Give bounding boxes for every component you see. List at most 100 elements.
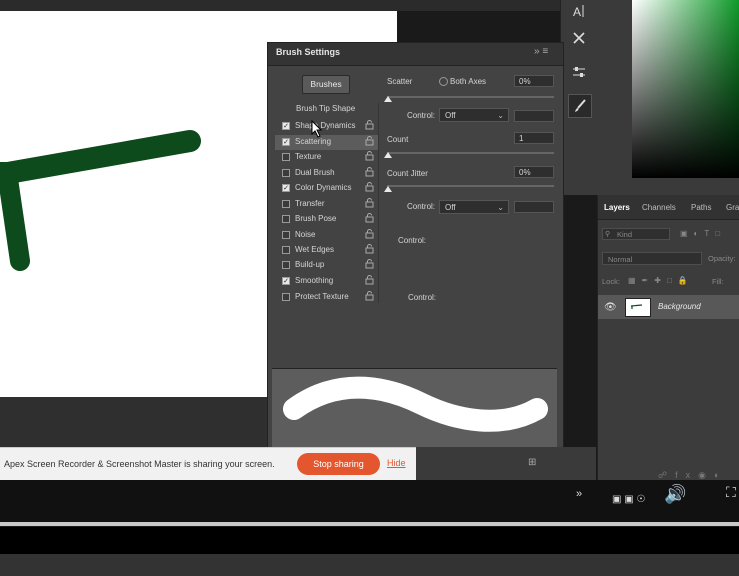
control-label: Control: bbox=[407, 111, 436, 120]
lock-icon[interactable] bbox=[365, 291, 374, 301]
hide-link[interactable]: Hide bbox=[387, 458, 406, 468]
count-jitter-slider[interactable] bbox=[387, 185, 554, 187]
option-checkbox[interactable] bbox=[282, 215, 290, 223]
count-jitter-value-field[interactable]: 0% bbox=[514, 166, 554, 178]
brush-option-item[interactable]: Brush Pose bbox=[275, 212, 378, 227]
option-checkbox[interactable] bbox=[282, 246, 290, 254]
tab-channels[interactable]: Channels bbox=[642, 203, 676, 212]
brush-option-item[interactable]: Build-up bbox=[275, 258, 378, 273]
count-jitter-control-dropdown[interactable]: Off ⌄ bbox=[439, 200, 509, 214]
control-value-field bbox=[514, 110, 554, 122]
lock-icon[interactable] bbox=[365, 244, 374, 254]
brush-tip-shape-item[interactable]: Brush Tip Shape bbox=[296, 104, 355, 113]
scatter-slider[interactable] bbox=[387, 96, 554, 98]
count-jitter-slider-handle[interactable] bbox=[384, 186, 392, 192]
option-checkbox[interactable] bbox=[282, 200, 290, 208]
control-dropdown-value: Off bbox=[445, 203, 456, 212]
chevron-down-icon: ⌄ bbox=[497, 111, 504, 120]
layer-row[interactable]: 👁 Background bbox=[598, 295, 739, 319]
both-axes-checkbox[interactable] bbox=[439, 77, 448, 86]
adjustments-icon[interactable] bbox=[568, 61, 590, 83]
option-checkbox[interactable] bbox=[282, 261, 290, 269]
lock-icon[interactable] bbox=[365, 136, 374, 146]
video-progress-bar[interactable] bbox=[0, 522, 739, 526]
option-label: Noise bbox=[295, 230, 316, 239]
lock-icon[interactable] bbox=[365, 229, 374, 239]
volume-icon[interactable]: 🔊 bbox=[664, 484, 686, 505]
divider bbox=[378, 103, 379, 303]
tab-gradients[interactable]: Gra bbox=[726, 203, 739, 212]
lock-icon[interactable] bbox=[365, 275, 374, 285]
option-checkbox[interactable]: ✓ bbox=[282, 184, 290, 192]
tab-paths[interactable]: Paths bbox=[691, 203, 711, 212]
option-checkbox[interactable]: ✓ bbox=[282, 138, 290, 146]
control-value-field bbox=[514, 201, 554, 213]
brush-settings-icon[interactable] bbox=[568, 94, 592, 118]
text-tool-icon[interactable]: A bbox=[568, 0, 590, 22]
skip-icon[interactable]: » bbox=[576, 488, 582, 500]
color-picker-field[interactable] bbox=[632, 0, 739, 178]
video-controls: » ▣ ▣ ☉ 🔊 ⛶ bbox=[0, 480, 739, 524]
option-checkbox[interactable] bbox=[282, 169, 290, 177]
lock-icon[interactable] bbox=[365, 198, 374, 208]
option-checkbox[interactable] bbox=[282, 153, 290, 161]
brush-option-item[interactable]: Texture bbox=[275, 150, 378, 165]
count-slider[interactable] bbox=[387, 152, 554, 154]
brush-option-item[interactable]: ✓ Smoothing bbox=[275, 274, 378, 289]
opacity-label: Opacity: bbox=[708, 254, 736, 263]
lock-icon[interactable] bbox=[365, 167, 374, 177]
brush-option-item[interactable]: ✓ Scattering bbox=[275, 135, 378, 150]
search-icon: ⚲ bbox=[605, 231, 611, 238]
brush-option-item[interactable]: Protect Texture bbox=[275, 290, 378, 305]
taskbar bbox=[0, 527, 739, 554]
fill-label: Fill: bbox=[712, 277, 724, 286]
lock-icon[interactable] bbox=[365, 213, 374, 223]
svg-text:A: A bbox=[573, 5, 581, 18]
brush-option-item[interactable]: Wet Edges bbox=[275, 243, 378, 258]
panel-menu-icon[interactable]: » ≡ bbox=[534, 46, 548, 57]
option-checkbox[interactable] bbox=[282, 293, 290, 301]
lock-icon[interactable] bbox=[365, 151, 374, 161]
scatter-slider-handle[interactable] bbox=[384, 96, 392, 102]
option-checkbox[interactable] bbox=[282, 231, 290, 239]
control-label: Control: bbox=[398, 236, 427, 245]
screen-icons[interactable]: ▣ ▣ ☉ bbox=[612, 494, 645, 505]
brushes-button[interactable]: Brushes bbox=[302, 75, 350, 94]
tools-column: A bbox=[560, 0, 597, 195]
brush-option-item[interactable]: Noise bbox=[275, 228, 378, 243]
panel-footer: ⊞ bbox=[416, 447, 596, 480]
brush-stroke-preview bbox=[272, 368, 557, 449]
workspace-bottom bbox=[0, 397, 270, 447]
count-value-field[interactable]: 1 bbox=[514, 132, 554, 144]
tools-icon[interactable] bbox=[568, 27, 590, 49]
fullscreen-icon[interactable]: ⛶ bbox=[726, 484, 736, 501]
stop-sharing-button[interactable]: Stop sharing bbox=[297, 453, 380, 475]
lock-icon[interactable] bbox=[365, 182, 374, 192]
panel-header[interactable]: Brush Settings » ≡ bbox=[268, 43, 563, 66]
tab-layers[interactable]: Layers bbox=[604, 203, 630, 212]
scatter-control-dropdown[interactable]: Off ⌄ bbox=[439, 108, 509, 122]
option-label: Brush Pose bbox=[295, 214, 337, 223]
lock-icon[interactable] bbox=[365, 120, 374, 130]
brush-option-item[interactable]: Transfer bbox=[275, 197, 378, 212]
brush-option-item[interactable]: ✓ Shape Dynamics bbox=[275, 119, 378, 134]
option-checkbox[interactable]: ✓ bbox=[282, 277, 290, 285]
count-slider-handle[interactable] bbox=[384, 152, 392, 158]
chevron-down-icon: ⌄ bbox=[497, 203, 504, 212]
lock-icon[interactable] bbox=[365, 259, 374, 269]
filter-type-icons[interactable]: ▣◐T□ bbox=[680, 229, 726, 238]
layer-filter-dropdown[interactable]: Kind bbox=[602, 228, 670, 240]
lock-options-icons[interactable]: ▦✒✚□🔒 bbox=[628, 276, 694, 285]
control-label: Control: bbox=[407, 202, 436, 211]
both-axes-label: Both Axes bbox=[450, 77, 487, 86]
blend-mode-dropdown[interactable]: Normal bbox=[602, 252, 702, 265]
new-item-icon[interactable]: ⊞ bbox=[528, 457, 536, 468]
brush-option-item[interactable]: Dual Brush bbox=[275, 166, 378, 181]
scatter-value-field[interactable]: 0% bbox=[514, 75, 554, 87]
preview-stroke bbox=[283, 376, 548, 432]
brush-option-item[interactable]: ✓ Color Dynamics bbox=[275, 181, 378, 196]
option-checkbox[interactable]: ✓ bbox=[282, 122, 290, 130]
option-label: Texture bbox=[295, 152, 322, 161]
layer-thumbnail bbox=[625, 298, 651, 317]
visibility-eye-icon[interactable]: 👁 bbox=[604, 302, 617, 313]
